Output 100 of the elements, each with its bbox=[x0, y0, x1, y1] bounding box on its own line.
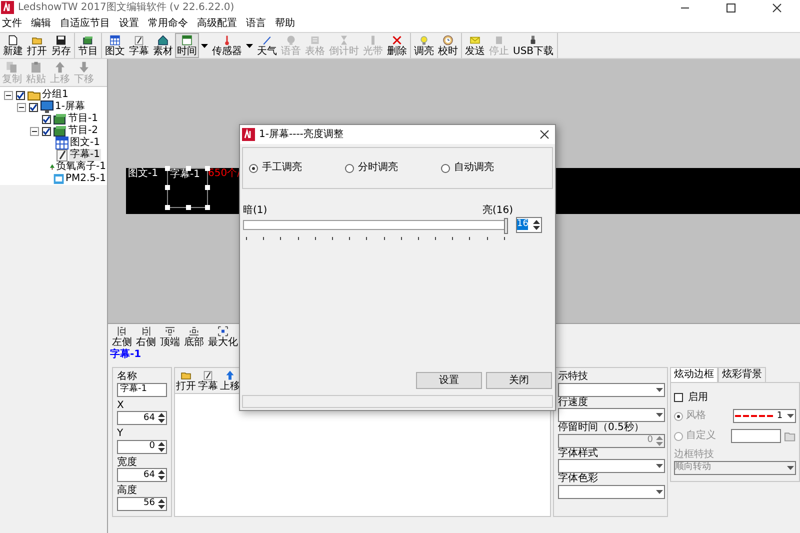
menu-item[interactable]: 自适应节目 bbox=[60, 18, 110, 30]
film-stack-icon bbox=[53, 124, 67, 138]
toolbar-button[interactable]: 打开 bbox=[25, 33, 49, 58]
menu-item[interactable]: 编辑 bbox=[31, 18, 51, 30]
toolbar-button[interactable]: 顶端 bbox=[158, 324, 182, 349]
pencil-icon bbox=[201, 370, 215, 380]
dialog-button[interactable]: 关闭 bbox=[486, 372, 552, 389]
dropdown-field[interactable] bbox=[558, 408, 665, 422]
slider-min-label: 暗(1) bbox=[243, 205, 268, 216]
maximize-icon bbox=[726, 2, 736, 12]
checkbox[interactable] bbox=[674, 392, 683, 402]
checkbox[interactable] bbox=[29, 102, 38, 112]
document-icon bbox=[6, 35, 20, 46]
spinner-field[interactable]: 16 bbox=[516, 216, 542, 232]
resize-handle[interactable] bbox=[165, 185, 170, 190]
tab[interactable]: 炫彩背景 bbox=[718, 367, 766, 382]
area-label: 图文-1 bbox=[128, 168, 158, 179]
toolbar-button[interactable]: 最大化 bbox=[206, 324, 240, 349]
resize-handle[interactable] bbox=[186, 205, 191, 210]
input-field[interactable]: 64 bbox=[117, 468, 167, 482]
radio-button[interactable] bbox=[249, 164, 258, 172]
clock-icon bbox=[441, 35, 455, 46]
folder-icon bbox=[179, 370, 193, 380]
input-field[interactable]: 0 bbox=[117, 440, 167, 454]
collapse-box-icon[interactable] bbox=[4, 90, 13, 100]
toolbar-button[interactable]: 字幕 bbox=[197, 368, 219, 393]
toolbar-button[interactable]: 删除 bbox=[385, 33, 409, 58]
dialog-title: 1-屏幕----亮度调整 bbox=[259, 128, 344, 140]
tree-item[interactable]: 1-屏幕 bbox=[54, 101, 86, 113]
tree-item[interactable]: 分组1 bbox=[41, 89, 70, 101]
resize-handle[interactable] bbox=[165, 205, 170, 210]
toolbar-button[interactable]: 调亮 bbox=[412, 33, 436, 58]
dropdown-field[interactable] bbox=[558, 484, 665, 498]
checkbox[interactable] bbox=[16, 90, 25, 100]
toolbar-button[interactable]: USB下载 bbox=[511, 33, 556, 58]
tree-item[interactable]: 节目-1 bbox=[67, 113, 99, 125]
menu-item[interactable]: 语言 bbox=[246, 18, 266, 30]
toolbar-button[interactable]: 发送 bbox=[463, 33, 487, 58]
dialog-button[interactable]: 设置 bbox=[416, 372, 482, 389]
checkbox[interactable] bbox=[42, 114, 51, 124]
radio-label: 手工调亮 bbox=[262, 162, 302, 174]
resize-handle[interactable] bbox=[205, 185, 210, 190]
menu-item[interactable]: 帮助 bbox=[275, 18, 295, 30]
house-icon bbox=[156, 35, 170, 46]
toolbar-button[interactable]: 天气 bbox=[255, 33, 279, 58]
dropdown-field[interactable] bbox=[558, 382, 665, 396]
tab[interactable]: 炫动边框 bbox=[670, 367, 718, 382]
resize-handle[interactable] bbox=[205, 166, 210, 171]
input-field[interactable]: 56 bbox=[117, 496, 167, 510]
tree-item[interactable]: 字幕-1 bbox=[69, 149, 101, 161]
toolbar-button[interactable]: 传感器 bbox=[210, 33, 244, 58]
toolbar-button[interactable]: 上移 bbox=[219, 368, 241, 393]
toolbar-button[interactable]: 图文 bbox=[103, 33, 127, 58]
checkbox[interactable] bbox=[42, 126, 51, 136]
collapse-box-icon[interactable] bbox=[17, 102, 26, 112]
dropdown-field[interactable] bbox=[558, 459, 665, 473]
toolbar-button[interactable]: 节目 bbox=[76, 33, 100, 58]
toolbar-button[interactable]: 左侧 bbox=[110, 324, 134, 349]
tree-item[interactable]: 节目-2 bbox=[67, 125, 99, 137]
tree-item[interactable]: 负氧离子-1 bbox=[55, 161, 107, 173]
field-label: 行速度 bbox=[558, 396, 589, 408]
program-area[interactable]: 图文-1 bbox=[126, 168, 167, 208]
field-label: 字体样式 bbox=[558, 448, 599, 459]
field-label: 边框特技 bbox=[674, 449, 715, 460]
toolbar-button[interactable]: 新建 bbox=[1, 33, 25, 58]
input-field[interactable]: 字幕-1 bbox=[117, 382, 167, 396]
resize-handle[interactable] bbox=[205, 205, 210, 210]
toolbar-button[interactable]: 校时 bbox=[436, 33, 460, 58]
tree-item[interactable]: 图文-1 bbox=[69, 137, 101, 149]
close-icon bbox=[772, 2, 782, 12]
spinner-arrows-icon bbox=[157, 440, 166, 452]
pencil-icon bbox=[132, 35, 146, 46]
toolbar-button[interactable]: 底部 bbox=[182, 324, 206, 349]
envelope-icon bbox=[468, 35, 482, 46]
cross-icon bbox=[390, 35, 404, 46]
input-field[interactable] bbox=[731, 429, 782, 443]
menu-item[interactable]: 文件 bbox=[2, 18, 22, 30]
input-field[interactable]: 64 bbox=[117, 411, 167, 425]
slider-thumb[interactable] bbox=[504, 218, 508, 234]
toolbar-button[interactable]: 另存 bbox=[49, 33, 73, 58]
collapse-box-icon[interactable] bbox=[30, 126, 39, 136]
radio-label: 自定义 bbox=[686, 430, 717, 442]
radio-button[interactable] bbox=[345, 164, 354, 172]
tree-item[interactable]: PM2.5-1 bbox=[64, 173, 107, 185]
radio-button[interactable] bbox=[441, 164, 450, 172]
menu-item[interactable]: 高级配置 bbox=[197, 18, 237, 30]
toolbar-button[interactable]: 右侧 bbox=[134, 324, 158, 349]
toolbar-button[interactable]: 字幕 bbox=[127, 33, 151, 58]
field-label: 示特技 bbox=[558, 371, 589, 382]
align-top-icon bbox=[163, 326, 177, 336]
selected-object-label: 字幕-1 bbox=[109, 349, 142, 362]
spinner-arrows-icon bbox=[157, 412, 166, 424]
monitor-icon bbox=[40, 100, 54, 114]
menu-item[interactable]: 常用命令 bbox=[148, 18, 188, 30]
toolbar-button[interactable]: 时间 bbox=[175, 33, 199, 58]
menu-item[interactable]: 设置 bbox=[119, 18, 139, 30]
toolbar-button[interactable]: 素材 bbox=[151, 33, 175, 58]
spinner-arrows-icon bbox=[157, 469, 166, 481]
toolbar-button[interactable]: 打开 bbox=[175, 368, 197, 393]
resize-handle[interactable] bbox=[165, 166, 170, 171]
